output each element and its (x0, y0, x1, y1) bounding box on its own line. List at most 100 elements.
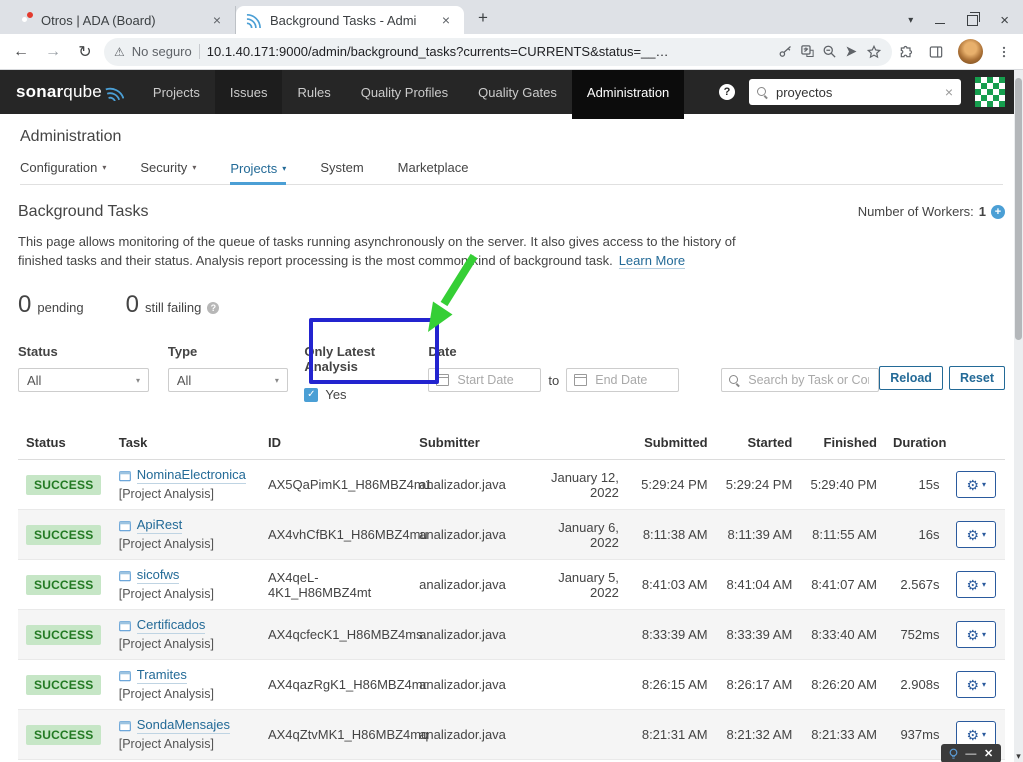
started-cell: 8:21:32 AM (716, 710, 801, 760)
nav-item-projects[interactable]: Projects (138, 70, 215, 114)
gear-icon: ⚙ (966, 628, 979, 642)
submitted-cell: 8:41:03 AM (627, 560, 716, 610)
end-date-input[interactable] (593, 372, 671, 388)
tab-close-icon[interactable]: × (209, 13, 225, 27)
key-icon[interactable] (778, 44, 793, 59)
send-icon[interactable] (844, 44, 859, 59)
task-stats: 0 pending 0 still failing ? (18, 291, 1005, 319)
submitted-cell: 8:26:15 AM (627, 660, 716, 710)
scrollbar-thumb[interactable] (1015, 78, 1022, 340)
task-id-cell: AX4vhCfBK1_H86MBZ4mu (260, 510, 411, 560)
tab-close-icon[interactable]: × (438, 13, 454, 27)
subnav-projects[interactable]: Projects▾ (230, 160, 286, 185)
clear-search-icon[interactable]: × (945, 84, 953, 100)
sonarqube-logo[interactable]: sonarqube (0, 82, 138, 102)
finished-cell: 8:41:07 AM (800, 560, 885, 610)
task-actions-button[interactable]: ⚙ ▾ (956, 471, 996, 498)
task-actions-button[interactable]: ⚙ ▾ (956, 671, 996, 698)
finished-cell: 8:21:33 AM (800, 710, 885, 760)
user-avatar-identicon[interactable] (975, 77, 1005, 107)
task-type-label: [Project Analysis] (119, 636, 252, 652)
edit-workers-icon[interactable]: + (991, 205, 1005, 219)
actions-cell: ⚙ ▾ (947, 460, 1005, 510)
translate-icon[interactable] (800, 44, 815, 59)
window-restore-icon[interactable] (967, 15, 978, 26)
subnav-security[interactable]: Security▾ (140, 160, 196, 184)
chevron-down-icon: ▾ (136, 376, 140, 385)
task-actions-button[interactable]: ⚙ ▾ (956, 621, 996, 648)
task-actions-button[interactable]: ⚙ ▾ (956, 521, 996, 548)
nav-item-administration[interactable]: Administration (572, 70, 684, 114)
scrollbar-down-arrow-icon[interactable]: ▾ (1014, 750, 1023, 762)
global-search-input[interactable] (774, 84, 939, 101)
nav-item-quality-profiles[interactable]: Quality Profiles (346, 70, 463, 114)
pending-label: pending (37, 300, 83, 315)
bookmark-star-icon[interactable] (866, 44, 882, 60)
learn-more-link[interactable]: Learn More (619, 253, 685, 269)
reset-button[interactable]: Reset (949, 366, 1005, 390)
status-select[interactable]: All ▾ (18, 368, 149, 392)
task-link[interactable]: SondaMensajes (137, 717, 230, 734)
type-select[interactable]: All ▾ (168, 368, 288, 392)
latest-analysis-checkbox[interactable]: ✓ (304, 388, 318, 402)
window-minimize-icon[interactable] (935, 17, 945, 24)
security-warning-icon[interactable]: ⚠ (114, 45, 125, 59)
task-actions-button[interactable]: ⚙ ▾ (956, 571, 996, 598)
task-search-input[interactable] (746, 372, 871, 388)
omnibox[interactable]: ⚠ No seguro 10.1.40.171:9000/admin/backg… (104, 38, 892, 66)
tool-close-icon[interactable]: ✕ (984, 749, 993, 759)
nav-item-rules[interactable]: Rules (282, 70, 345, 114)
window-close-icon[interactable]: × (1000, 16, 1009, 26)
submitted-cell: 8:33:39 AM (627, 610, 716, 660)
project-icon (119, 570, 131, 582)
task-link[interactable]: Tramites (137, 667, 187, 684)
subtab-label: Security (140, 160, 187, 175)
chevron-down-icon: ▾ (982, 480, 986, 489)
browser-tab-background-tasks[interactable]: Background Tasks - Admi × (236, 6, 464, 34)
reload-button[interactable]: Reload (879, 366, 943, 390)
task-link[interactable]: ApiRest (137, 517, 183, 534)
header-duration: Duration (885, 424, 948, 460)
help-icon[interactable]: ? (719, 84, 735, 100)
browser-profile-avatar[interactable] (958, 39, 983, 64)
started-cell: 8:26:17 AM (716, 660, 801, 710)
subnav-system[interactable]: System (320, 160, 363, 184)
start-date-input[interactable] (455, 372, 533, 388)
task-link[interactable]: sicofws (137, 567, 180, 584)
browser-menu-kebab-icon[interactable] (997, 44, 1011, 60)
start-date-field[interactable] (428, 368, 541, 392)
forward-button[interactable]: → (40, 43, 66, 61)
task-id-cell: AX4qZtvMK1_H86MBZ4mq (260, 710, 411, 760)
admin-title: Administration (20, 128, 1003, 146)
date-cell: January 5, 2022 (522, 560, 627, 610)
new-tab-button[interactable]: + (470, 5, 496, 31)
failing-help-icon[interactable]: ? (207, 302, 219, 314)
lightbulb-icon[interactable] (949, 748, 958, 760)
end-date-field[interactable] (566, 368, 679, 392)
task-link[interactable]: NominaElectronica (137, 467, 246, 484)
url-text[interactable]: 10.1.40.171:9000/admin/background_tasks?… (207, 44, 771, 59)
submitted-cell: 8:21:31 AM (627, 710, 716, 760)
zoom-out-icon[interactable] (822, 44, 837, 59)
nav-item-issues[interactable]: Issues (215, 70, 283, 114)
side-panel-icon[interactable] (928, 44, 944, 60)
task-link[interactable]: Certificados (137, 617, 206, 634)
extensions-puzzle-icon[interactable] (898, 44, 914, 60)
sonarqube-navbar-right: ? × (719, 77, 1023, 107)
global-search-box[interactable]: × (749, 79, 961, 105)
nav-item-quality-gates[interactable]: Quality Gates (463, 70, 572, 114)
back-button[interactable]: ← (8, 43, 34, 61)
tool-minimize-icon[interactable]: — (965, 749, 976, 759)
pending-count: 0 (18, 291, 31, 319)
browser-tab-otros[interactable]: Otros | ADA (Board) × (8, 6, 236, 34)
task-search: . (679, 344, 879, 392)
page-scrollbar[interactable]: ▾ (1014, 70, 1023, 762)
task-search-field[interactable] (721, 368, 879, 392)
submitter-cell: analizador.java (411, 710, 522, 760)
task-type-label: [Project Analysis] (119, 686, 252, 702)
reload-button[interactable]: ↻ (72, 42, 98, 62)
status-cell: SUCCESS (18, 660, 111, 710)
tab-search-icon[interactable]: ▾ (908, 15, 913, 26)
subnav-marketplace[interactable]: Marketplace (398, 160, 469, 184)
subnav-configuration[interactable]: Configuration▾ (20, 160, 106, 184)
